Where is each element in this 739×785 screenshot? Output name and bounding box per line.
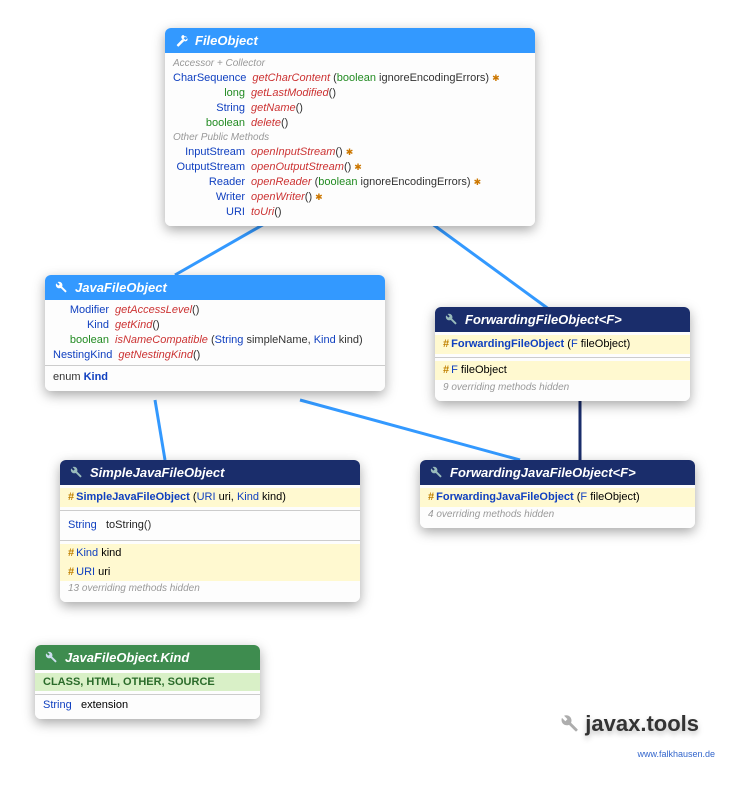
field-row: Stringextension bbox=[43, 698, 252, 713]
field-row: #URI uri bbox=[60, 563, 360, 582]
method-row: StringgetName() bbox=[173, 101, 527, 116]
method-row: StringtoString() bbox=[68, 514, 352, 537]
constructor-row: #SimpleJavaFileObject (URI uri, Kind kin… bbox=[60, 488, 360, 507]
class-file-object: FileObject Accessor + Collector CharSequ… bbox=[165, 28, 535, 226]
class-title: SimpleJavaFileObject bbox=[90, 465, 224, 480]
method-row: ModifiergetAccessLevel() bbox=[53, 303, 377, 318]
class-body: #ForwardingJavaFileObject (F fileObject)… bbox=[420, 485, 695, 528]
divider bbox=[60, 540, 360, 541]
class-header: JavaFileObject.Kind bbox=[35, 645, 260, 670]
class-body: CLASS, HTML, OTHER, SOURCE Stringextensi… bbox=[35, 670, 260, 719]
field-row: #F fileObject bbox=[435, 361, 690, 380]
hidden-note: 9 overriding methods hidden bbox=[443, 380, 682, 395]
type-param: <F> bbox=[613, 465, 636, 480]
field-row: #Kind kind bbox=[60, 544, 360, 563]
wrench-icon bbox=[430, 466, 444, 480]
method-row: longgetLastModified() bbox=[173, 86, 527, 101]
package-label: javax.tools bbox=[561, 711, 699, 737]
class-title: ForwardingJavaFileObject bbox=[450, 465, 613, 480]
type-param: <F> bbox=[599, 312, 622, 327]
class-title: JavaFileObject bbox=[75, 280, 167, 295]
wrench-icon bbox=[70, 466, 84, 480]
section-accessor: Accessor + Collector bbox=[173, 56, 527, 71]
class-title: JavaFileObject.Kind bbox=[65, 650, 189, 665]
divider bbox=[435, 357, 690, 358]
class-header: ForwardingFileObject<F> bbox=[435, 307, 690, 332]
hidden-note: 4 overriding methods hidden bbox=[428, 507, 687, 522]
method-row: booleanisNameCompatible (String simpleNa… bbox=[53, 333, 377, 348]
class-kind-enum: JavaFileObject.Kind CLASS, HTML, OTHER, … bbox=[35, 645, 260, 719]
method-row: WriteropenWriter()✱ bbox=[173, 190, 527, 205]
wrench-icon bbox=[561, 715, 579, 733]
class-header: SimpleJavaFileObject bbox=[60, 460, 360, 485]
method-row: InputStreamopenInputStream()✱ bbox=[173, 145, 527, 160]
divider bbox=[60, 510, 360, 511]
class-simple-java-file-object: SimpleJavaFileObject #SimpleJavaFileObje… bbox=[60, 460, 360, 602]
class-title: FileObject bbox=[195, 33, 258, 48]
hidden-note: 13 overriding methods hidden bbox=[68, 581, 352, 596]
enum-values: CLASS, HTML, OTHER, SOURCE bbox=[35, 673, 260, 691]
constructor-row: #ForwardingFileObject (F fileObject) bbox=[435, 335, 690, 354]
wrench-icon bbox=[445, 313, 459, 327]
enum-row: enum Kind bbox=[53, 369, 377, 385]
method-row: OutputStreamopenOutputStream()✱ bbox=[173, 160, 527, 175]
class-java-file-object: JavaFileObject ModifiergetAccessLevel() … bbox=[45, 275, 385, 391]
method-row: NestingKindgetNestingKind() bbox=[53, 348, 377, 363]
class-header: JavaFileObject bbox=[45, 275, 385, 300]
class-forwarding-file-object: ForwardingFileObject<F> #ForwardingFileO… bbox=[435, 307, 690, 401]
class-body: #ForwardingFileObject (F fileObject) #F … bbox=[435, 332, 690, 401]
method-row: CharSequencegetCharContent (boolean igno… bbox=[173, 71, 527, 86]
class-header: FileObject bbox=[165, 28, 535, 53]
wrench-icon bbox=[45, 651, 59, 665]
class-header: ForwardingJavaFileObject<F> bbox=[420, 460, 695, 485]
divider bbox=[45, 365, 385, 366]
method-row: KindgetKind() bbox=[53, 318, 377, 333]
constructor-row: #ForwardingJavaFileObject (F fileObject) bbox=[420, 488, 695, 507]
divider bbox=[35, 694, 260, 695]
section-other: Other Public Methods bbox=[173, 130, 527, 145]
credit-link[interactable]: www.falkhausen.de bbox=[637, 749, 715, 759]
class-forwarding-java-file-object: ForwardingJavaFileObject<F> #ForwardingJ… bbox=[420, 460, 695, 528]
class-body: Accessor + Collector CharSequencegetChar… bbox=[165, 53, 535, 226]
wrench-icon bbox=[55, 281, 69, 295]
package-name: javax.tools bbox=[585, 711, 699, 737]
class-body: ModifiergetAccessLevel() KindgetKind() b… bbox=[45, 300, 385, 391]
wrench-icon bbox=[175, 34, 189, 48]
method-row: ReaderopenReader (boolean ignoreEncoding… bbox=[173, 175, 527, 190]
method-row: booleandelete() bbox=[173, 116, 527, 131]
class-title: ForwardingFileObject bbox=[465, 312, 599, 327]
method-row: URItoUri() bbox=[173, 205, 527, 220]
class-body: #SimpleJavaFileObject (URI uri, Kind kin… bbox=[60, 485, 360, 602]
